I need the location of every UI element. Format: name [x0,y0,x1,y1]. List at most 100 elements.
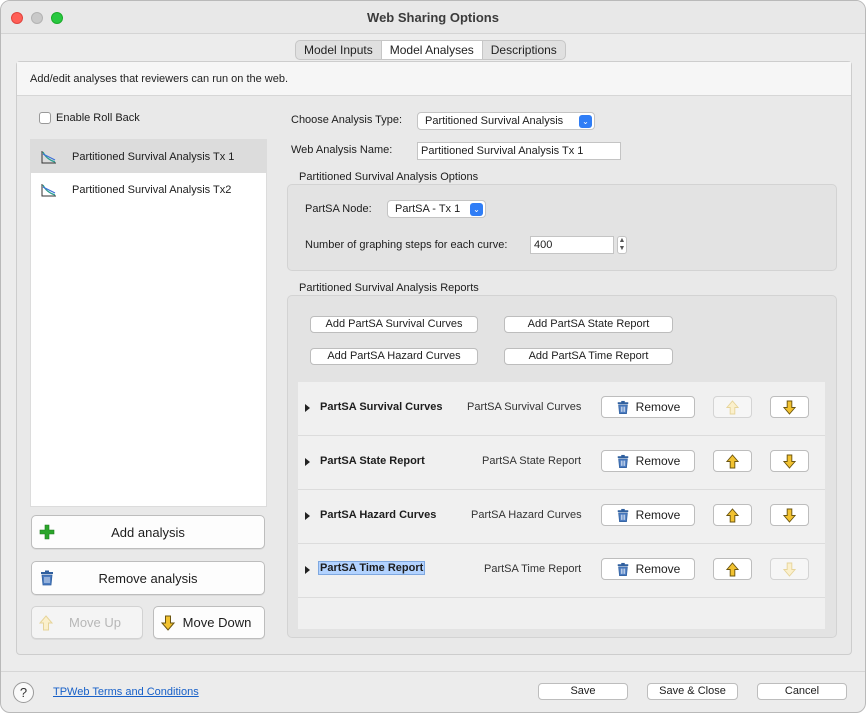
graphing-steps-stepper[interactable]: ▲ ▼ [617,236,627,254]
report-name[interactable]: PartSA State Report [320,455,425,467]
remove-report-label: Remove [635,454,681,468]
partsa-node-value: PartSA - Tx 1 [395,203,461,215]
arrow-up-icon [726,399,739,414]
help-button[interactable]: ? [13,682,34,703]
partsa-icon [41,150,56,163]
add-hazard-curves-button[interactable]: Add PartSA Hazard Curves [310,348,478,365]
save-close-button[interactable]: Save & Close [647,683,738,700]
analysis-list-item[interactable]: Partitioned Survival Analysis Tx2 [31,173,266,206]
remove-report-button[interactable]: Remove [601,450,695,472]
partsa-node-label: PartSA Node: [305,203,372,215]
remove-report-button[interactable]: Remove [601,396,695,418]
move-report-down-button[interactable] [770,558,809,580]
description-text: Add/edit analyses that reviewers can run… [17,62,851,96]
remove-report-label: Remove [635,400,681,414]
tab-descriptions[interactable]: Descriptions [483,41,565,59]
arrow-up-icon [39,614,53,630]
web-name-input[interactable]: Partitioned Survival Analysis Tx 1 [417,142,621,160]
move-report-up-button[interactable] [713,450,752,472]
tab-model-analyses[interactable]: Model Analyses [381,41,483,59]
add-time-report-button[interactable]: Add PartSA Time Report [504,348,673,365]
enable-rollback-row[interactable]: Enable Roll Back [39,112,140,124]
report-type: PartSA State Report [482,455,582,467]
trash-icon [617,508,628,522]
options-group [287,184,837,271]
chevron-down-icon: ⌄ [470,203,483,216]
partsa-node-select[interactable]: PartSA - Tx 1 ⌄ [387,200,486,218]
move-report-down-button[interactable] [770,396,809,418]
report-name[interactable]: PartSA Survival Curves [320,401,442,413]
analysis-list: Partitioned Survival Analysis Tx 1 Parti… [30,139,267,507]
move-report-down-button[interactable] [770,450,809,472]
move-down-button[interactable]: Move Down [153,606,265,639]
arrow-down-icon [783,400,796,415]
analysis-list-label: Partitioned Survival Analysis Tx 1 [72,150,235,163]
move-report-up-button[interactable] [713,396,752,418]
analysis-list-label: Partitioned Survival Analysis Tx2 [72,183,232,196]
report-row: PartSA State Report PartSA State Report … [298,436,825,490]
move-report-down-button[interactable] [770,504,809,526]
move-report-up-button[interactable] [713,504,752,526]
arrow-up-icon [726,561,739,576]
trash-icon [41,570,53,586]
disclosure-triangle-icon[interactable] [305,566,310,574]
remove-analysis-button[interactable]: Remove analysis [31,561,265,595]
report-type: PartSA Time Report [484,563,582,575]
analysis-list-item[interactable]: Partitioned Survival Analysis Tx 1 [31,140,266,173]
reports-list: PartSA Survival Curves PartSA Survival C… [298,382,825,629]
arrow-up-icon [726,507,739,522]
plus-icon [39,524,55,540]
report-type: PartSA Hazard Curves [471,509,582,521]
disclosure-triangle-icon[interactable] [305,458,310,466]
arrow-up-icon [726,453,739,468]
move-up-button[interactable]: Move Up [31,606,143,639]
add-analysis-label: Add analysis [111,524,185,540]
disclosure-triangle-icon[interactable] [305,512,310,520]
trash-icon [617,562,628,576]
options-group-title: Partitioned Survival Analysis Options [299,171,479,183]
trash-icon [617,454,628,468]
enable-rollback-checkbox[interactable] [39,112,51,124]
web-name-label: Web Analysis Name: [291,144,393,156]
footer-divider [1,671,865,672]
move-report-up-button[interactable] [713,558,752,580]
chevron-down-icon: ⌄ [579,115,592,128]
reports-group-title: Partitioned Survival Analysis Reports [299,282,479,294]
enable-rollback-label: Enable Roll Back [56,112,140,124]
add-state-report-button[interactable]: Add PartSA State Report [504,316,673,333]
add-analysis-button[interactable]: Add analysis [31,515,265,549]
arrow-down-icon [783,508,796,523]
report-type: PartSA Survival Curves [467,401,582,413]
remove-report-label: Remove [635,508,681,522]
tab-bar: Model Inputs Model Analyses Descriptions [295,40,566,60]
report-row: PartSA Time Report PartSA Time Report Re… [298,544,825,598]
remove-report-button[interactable]: Remove [601,558,695,580]
arrow-down-icon [783,562,796,577]
analysis-type-select[interactable]: Partitioned Survival Analysis ⌄ [417,112,595,130]
graphing-steps-input[interactable]: 400 [530,236,614,254]
terms-link[interactable]: TPWeb Terms and Conditions [53,686,199,698]
graphing-steps-label: Number of graphing steps for each curve: [305,239,508,251]
tab-model-inputs[interactable]: Model Inputs [296,41,382,59]
window-title: Web Sharing Options [367,10,499,25]
report-name[interactable]: PartSA Time Report [318,561,426,575]
add-survival-curves-button[interactable]: Add PartSA Survival Curves [310,316,478,333]
title-bar: Web Sharing Options [1,1,865,34]
move-down-label: Move Down [182,615,252,630]
analysis-type-value: Partitioned Survival Analysis [425,115,564,127]
web-sharing-window: Web Sharing Options Model Inputs Model A… [0,0,866,713]
save-button[interactable]: Save [538,683,628,700]
report-name[interactable]: PartSA Hazard Curves [320,509,436,521]
remove-report-button[interactable]: Remove [601,504,695,526]
report-row: PartSA Hazard Curves PartSA Hazard Curve… [298,490,825,544]
partsa-icon [41,183,56,196]
disclosure-triangle-icon[interactable] [305,404,310,412]
arrow-down-icon [161,615,175,631]
cancel-button[interactable]: Cancel [757,683,847,700]
remove-analysis-label: Remove analysis [98,570,198,586]
remove-report-label: Remove [635,562,681,576]
trash-icon [617,400,628,414]
move-up-label: Move Up [68,615,122,630]
arrow-down-icon [783,454,796,469]
analysis-type-label: Choose Analysis Type: [291,114,403,126]
